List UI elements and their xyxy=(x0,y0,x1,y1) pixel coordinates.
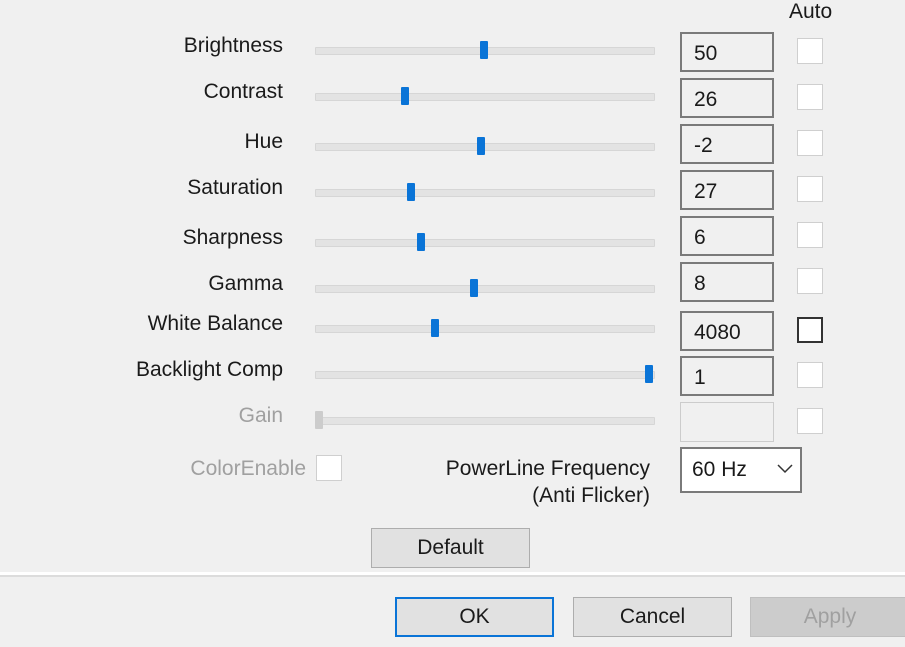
white-balance-slider-track[interactable] xyxy=(315,325,655,333)
backlight-comp-label: Backlight Comp xyxy=(135,358,283,381)
saturation-slider-track[interactable] xyxy=(315,189,655,197)
gamma-value-field[interactable]: 8 xyxy=(680,262,774,302)
backlight-comp-slider-track[interactable] xyxy=(315,371,655,379)
powerline-label-line1: PowerLine Frequency xyxy=(445,457,650,480)
gain-slider-thumb xyxy=(315,411,323,429)
contrast-auto-checkbox[interactable] xyxy=(797,84,823,110)
default-button[interactable]: Default xyxy=(371,528,530,568)
backlight-comp-value-field[interactable]: 1 xyxy=(680,356,774,396)
backlight-comp-slider-thumb[interactable] xyxy=(645,365,653,383)
contrast-slider-track[interactable] xyxy=(315,93,655,101)
hue-slider-track[interactable] xyxy=(315,143,655,151)
white-balance-slider-thumb[interactable] xyxy=(430,319,439,337)
gain-label: Gain xyxy=(238,404,283,427)
sharpness-label: Sharpness xyxy=(182,226,283,249)
saturation-label: Saturation xyxy=(187,176,283,199)
saturation-slider-thumb[interactable] xyxy=(407,183,416,201)
apply-button[interactable]: Apply xyxy=(750,597,905,637)
hue-label: Hue xyxy=(244,130,283,153)
gamma-label: Gamma xyxy=(208,272,283,295)
powerline-label-line2: (Anti Flicker) xyxy=(532,484,650,507)
footer-divider xyxy=(0,572,905,577)
hue-slider-thumb[interactable] xyxy=(476,137,485,155)
saturation-auto-checkbox[interactable] xyxy=(797,176,823,202)
brightness-slider-thumb[interactable] xyxy=(480,41,488,59)
sharpness-slider-thumb[interactable] xyxy=(417,233,426,251)
powerline-selected-value: 60 Hz xyxy=(692,458,747,481)
contrast-value-field[interactable]: 26 xyxy=(680,78,774,118)
sharpness-slider-track[interactable] xyxy=(315,239,655,247)
color-enable-checkbox[interactable] xyxy=(316,455,342,481)
ok-button[interactable]: OK xyxy=(395,597,554,637)
gamma-slider-thumb[interactable] xyxy=(470,279,479,297)
gain-value-field xyxy=(680,402,774,442)
gain-slider-track[interactable] xyxy=(315,417,655,425)
contrast-label: Contrast xyxy=(203,80,283,103)
gamma-auto-checkbox[interactable] xyxy=(797,268,823,294)
brightness-value-field[interactable]: 50 xyxy=(680,32,774,72)
cancel-button[interactable]: Cancel xyxy=(573,597,732,637)
sharpness-auto-checkbox[interactable] xyxy=(797,222,823,248)
chevron-down-icon xyxy=(776,461,794,480)
hue-auto-checkbox[interactable] xyxy=(797,130,823,156)
contrast-slider-thumb[interactable] xyxy=(400,87,409,105)
hue-value-field[interactable]: -2 xyxy=(680,124,774,164)
powerline-frequency-select[interactable]: 60 Hz xyxy=(680,447,802,493)
color-enable-label: ColorEnable xyxy=(190,457,306,480)
backlight-comp-auto-checkbox[interactable] xyxy=(797,362,823,388)
saturation-value-field[interactable]: 27 xyxy=(680,170,774,210)
powerline-frequency-label: PowerLine Frequency (Anti Flicker) xyxy=(400,455,650,509)
brightness-auto-checkbox[interactable] xyxy=(797,38,823,64)
auto-column-header: Auto xyxy=(789,0,833,23)
white-balance-value-field[interactable]: 4080 xyxy=(680,311,774,351)
white-balance-label: White Balance xyxy=(147,312,283,335)
brightness-label: Brightness xyxy=(183,34,283,57)
gamma-slider-track[interactable] xyxy=(315,285,655,293)
white-balance-auto-checkbox[interactable] xyxy=(797,317,823,343)
gain-auto-checkbox[interactable] xyxy=(797,408,823,434)
sharpness-value-field[interactable]: 6 xyxy=(680,216,774,256)
